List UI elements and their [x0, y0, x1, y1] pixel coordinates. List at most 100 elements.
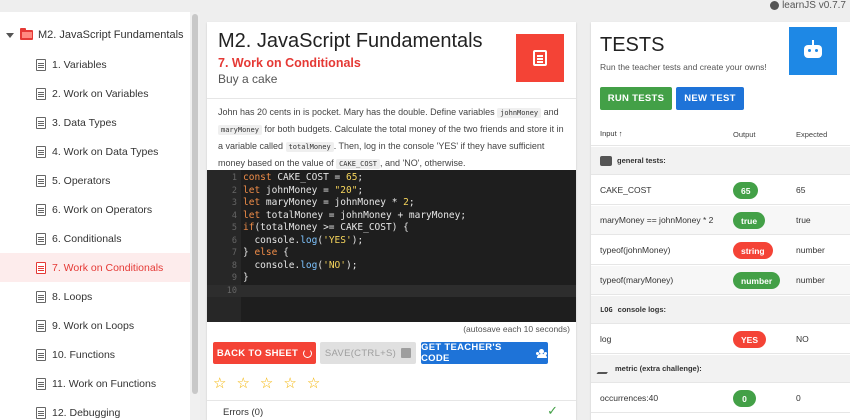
code-line[interactable]: 10: [207, 284, 576, 297]
code-line[interactable]: 3 let maryMoney = johnMoney * 2;: [207, 197, 576, 210]
sidebar-item-label: 4. Work on Data Types: [52, 145, 159, 158]
sidebar-item-variables[interactable]: 1. Variables: [0, 50, 190, 79]
test-output: YES: [733, 331, 767, 348]
sidebar-item-data-types[interactable]: 3. Data Types: [0, 108, 190, 137]
column-output: Output: [733, 130, 756, 139]
code-text: const CAKE_COST = 65;: [243, 172, 364, 183]
code-line[interactable]: 6 console.log('YES');: [207, 235, 576, 248]
desc-text: , and 'NO', otherwise.: [380, 158, 466, 168]
sidebar-item-label: 1. Variables: [52, 58, 107, 71]
check-icon: ✓: [547, 403, 558, 418]
code-text: let totalMoney = johnMoney + maryMoney;: [243, 209, 467, 221]
file-icon: [36, 261, 46, 274]
star-icon[interactable]: ☆: [260, 376, 273, 391]
new-test-button[interactable]: NEW TEST: [676, 87, 744, 110]
test-expected: true: [796, 215, 811, 225]
test-input: maryMoney == johnMoney * 2: [600, 215, 714, 225]
code-line[interactable]: 2 let johnMoney = "20";: [207, 185, 576, 198]
star-icon[interactable]: ☆: [213, 376, 226, 391]
tests-card: TESTS Run the teacher tests and create y…: [591, 22, 850, 420]
line-number: 8: [231, 260, 237, 271]
sidebar-module[interactable]: M2. JavaScript Fundamentals: [0, 24, 184, 46]
code-line[interactable]: 8 console.log('NO');: [207, 260, 576, 273]
back-to-sheet-button[interactable]: BACK TO SHEET: [213, 342, 316, 364]
desc-code: johnMoney: [497, 108, 542, 118]
sidebar-item-work-on-loops[interactable]: 9. Work on Loops: [0, 311, 190, 340]
button-label: NEW TEST: [684, 93, 736, 104]
sidebar-item-work-on-variables[interactable]: 2. Work on Variables: [0, 79, 190, 108]
test-expected: 65: [796, 185, 806, 195]
line-number: 3: [231, 198, 237, 208]
tests-table-header: Input ↑ Output Expected: [591, 122, 850, 146]
code-text: console.log('YES');: [243, 234, 364, 246]
module-label: M2. JavaScript Fundamentals: [38, 29, 184, 41]
desc-code: CAKE_COST: [336, 159, 381, 169]
document-icon: [533, 50, 547, 66]
star-icon[interactable]: ☆: [236, 376, 249, 391]
sidebar-item-label: 8. Loops: [52, 290, 93, 303]
column-expected: Expected: [796, 130, 828, 139]
sidebar-item-work-on-data-types[interactable]: 4. Work on Data Types: [0, 137, 190, 166]
get-teacher-code-button[interactable]: GET TEACHER'S CODE: [421, 342, 548, 364]
code-text: console.log('NO');: [243, 259, 358, 271]
file-icon: [36, 319, 46, 332]
sidebar-item-work-on-functions[interactable]: 11. Work on Functions: [0, 369, 190, 398]
sidebar-item-conditionals[interactable]: 6. Conditionals: [0, 224, 190, 253]
test-input: log: [600, 334, 612, 344]
sidebar-item-label: 9. Work on Loops: [52, 319, 135, 332]
sidebar-item-debugging[interactable]: 12. Debugging: [0, 398, 190, 420]
code-line[interactable]: 5 if(totalMoney >= CAKE_COST) {: [207, 222, 576, 235]
sidebar-item-label: 11. Work on Functions: [52, 377, 157, 390]
sidebar-item-label: 10. Functions: [52, 348, 116, 361]
code-line[interactable]: 1 const CAKE_COST = 65;: [207, 172, 576, 185]
test-expected: NO: [796, 334, 809, 344]
test-input: occurrences:40: [600, 393, 659, 403]
test-input: CAKE_COST: [600, 185, 652, 195]
desc-code: totalMoney: [285, 142, 334, 152]
errors-panel[interactable]: Errors (0) ✓: [207, 400, 576, 420]
code-text: let johnMoney = "20";: [243, 184, 364, 196]
button-label: BACK TO SHEET: [216, 347, 299, 359]
desc-text: and: [541, 107, 559, 117]
rating-stars[interactable]: ☆ ☆ ☆ ☆ ☆: [213, 376, 320, 391]
file-icon: [36, 348, 46, 361]
section-label: metric (extra challenge):: [615, 364, 702, 373]
divider: [207, 98, 576, 99]
sidebar-item-operators[interactable]: 5. Operators: [0, 166, 190, 195]
robot-icon: [804, 39, 822, 58]
test-expected: number: [796, 275, 825, 285]
sidebar-item-loops[interactable]: 8. Loops: [0, 282, 190, 311]
line-number: 1: [231, 173, 237, 183]
file-icon: [36, 145, 46, 158]
line-number: 5: [231, 223, 237, 233]
test-output: number: [733, 272, 781, 289]
file-icon: [36, 377, 46, 390]
file-icon: [36, 232, 46, 245]
code-text: }: [243, 272, 249, 283]
code-editor[interactable]: 1 const CAKE_COST = 65; 2 let johnMoney = "…: [207, 170, 576, 322]
sidebar-item-work-on-conditionals[interactable]: 7. Work on Conditionals: [0, 253, 190, 282]
group-icon: [536, 348, 548, 358]
test-input: typeof(johnMoney): [600, 245, 671, 255]
star-icon[interactable]: ☆: [283, 376, 296, 391]
sidebar-item-functions[interactable]: 10. Functions: [0, 340, 190, 369]
code-line[interactable]: 4 let totalMoney = johnMoney + maryMoney;: [207, 210, 576, 223]
save-button[interactable]: SAVE(CTRL+S): [320, 342, 416, 364]
lesson-card: M2. JavaScript Fundamentals 7. Work on C…: [207, 22, 576, 420]
code-line[interactable]: 7} else {: [207, 247, 576, 260]
column-label: Input: [600, 129, 617, 138]
file-icon: [36, 174, 46, 187]
file-icon: [36, 58, 46, 71]
code-line[interactable]: 9}: [207, 272, 576, 285]
column-input[interactable]: Input ↑: [600, 129, 623, 138]
autosave-note: (autosave each 10 seconds): [463, 324, 570, 334]
run-tests-button[interactable]: RUN TESTS: [600, 87, 672, 110]
star-icon[interactable]: ☆: [307, 376, 320, 391]
line-number: 9: [231, 273, 237, 283]
sidebar-item-label: 5. Operators: [52, 174, 111, 187]
arrow-up-icon: ↑: [618, 129, 623, 138]
github-icon: [770, 1, 780, 10]
sidebar-item-work-on-operators[interactable]: 6. Work on Operators: [0, 195, 190, 224]
task-title: Buy a cake: [218, 72, 278, 86]
sidebar-scroll-thumb[interactable]: [192, 14, 198, 394]
